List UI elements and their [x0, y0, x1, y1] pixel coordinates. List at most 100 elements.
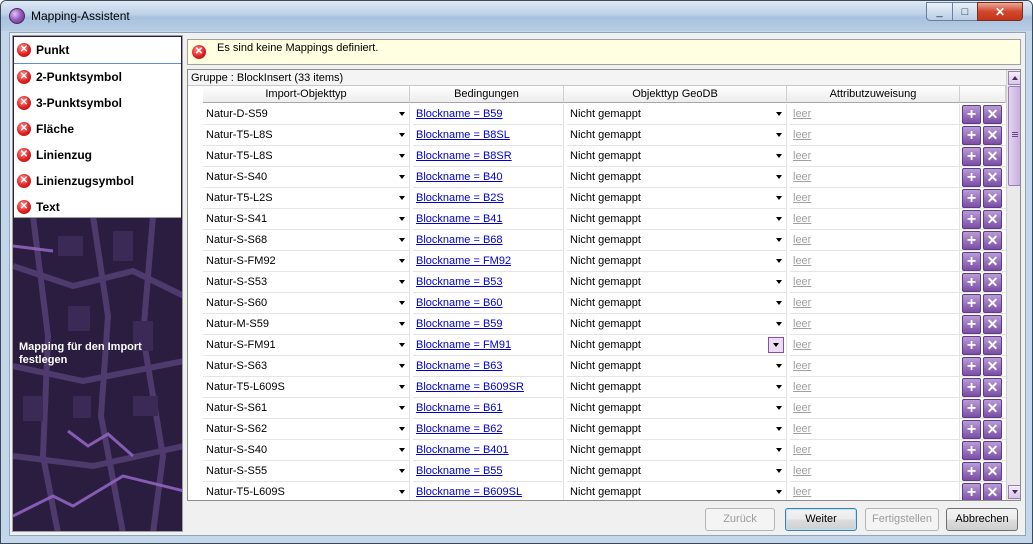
objekttyp-geodb-select[interactable]: Nicht gemappt — [567, 104, 787, 125]
objekttyp-geodb-select[interactable]: Nicht gemappt — [567, 356, 787, 377]
chevron-down-icon[interactable] — [776, 280, 782, 284]
import-objekttyp-select[interactable]: Natur-S-S62 — [203, 419, 410, 440]
next-button[interactable]: Weiter — [785, 508, 857, 531]
condition-link[interactable]: Blockname = B8SL — [416, 129, 510, 141]
objekttyp-geodb-select[interactable]: Nicht gemappt — [567, 209, 787, 230]
attribute-link[interactable]: leer — [793, 339, 811, 351]
chevron-down-icon[interactable] — [399, 301, 405, 305]
close-button[interactable]: ✕ — [977, 2, 1023, 21]
chevron-down-icon[interactable] — [776, 427, 782, 431]
import-objekttyp-select[interactable]: Natur-S-S61 — [203, 398, 410, 419]
import-objekttyp-select[interactable]: Natur-D-S59 — [203, 104, 410, 125]
import-objekttyp-select[interactable]: Natur-S-S53 — [203, 272, 410, 293]
chevron-down-icon[interactable] — [776, 112, 782, 116]
chevron-down-icon[interactable] — [399, 238, 405, 242]
add-mapping-button[interactable]: + — [962, 357, 981, 376]
import-objekttyp-select[interactable]: Natur-S-S63 — [203, 356, 410, 377]
objekttyp-geodb-select[interactable]: Nicht gemappt — [567, 188, 787, 209]
objekttyp-geodb-select[interactable]: Nicht gemappt — [567, 377, 787, 398]
column-header-attributzuweisung[interactable]: Attributzuweisung — [787, 86, 960, 103]
chevron-down-icon[interactable] — [776, 154, 782, 158]
import-objekttyp-select[interactable]: Natur-S-S68 — [203, 230, 410, 251]
chevron-down-icon[interactable] — [399, 175, 405, 179]
column-header-objekttyp-geodb[interactable]: Objekttyp GeoDB — [564, 86, 787, 103]
chevron-down-icon[interactable] — [399, 322, 405, 326]
objekttyp-geodb-select[interactable]: Nicht gemappt — [567, 335, 787, 356]
objekttyp-geodb-select[interactable]: Nicht gemappt — [567, 125, 787, 146]
import-objekttyp-select[interactable]: Natur-S-S55 — [203, 461, 410, 482]
add-mapping-button[interactable]: + — [962, 231, 981, 250]
condition-link[interactable]: Blockname = FM91 — [416, 339, 511, 351]
add-mapping-button[interactable]: + — [962, 336, 981, 355]
add-mapping-button[interactable]: + — [962, 294, 981, 313]
delete-mapping-button[interactable]: ✕ — [983, 441, 1002, 460]
chevron-down-icon[interactable] — [776, 133, 782, 137]
attribute-link[interactable]: leer — [793, 150, 811, 162]
back-button[interactable]: Zurück — [705, 508, 775, 531]
condition-link[interactable]: Blockname = B55 — [416, 465, 503, 477]
import-objekttyp-select[interactable]: Natur-S-S41 — [203, 209, 410, 230]
chevron-down-icon[interactable] — [776, 364, 782, 368]
delete-mapping-button[interactable]: ✕ — [983, 462, 1002, 481]
add-mapping-button[interactable]: + — [962, 189, 981, 208]
add-mapping-button[interactable]: + — [962, 168, 981, 187]
scroll-up-button[interactable] — [1008, 71, 1020, 85]
add-mapping-button[interactable]: + — [962, 147, 981, 166]
vertical-scrollbar[interactable] — [1006, 70, 1020, 500]
add-mapping-button[interactable]: + — [962, 462, 981, 481]
delete-mapping-button[interactable]: ✕ — [983, 294, 1002, 313]
import-objekttyp-select[interactable]: Natur-S-FM91 — [203, 335, 410, 356]
add-mapping-button[interactable]: + — [962, 105, 981, 124]
add-mapping-button[interactable]: + — [962, 378, 981, 397]
condition-link[interactable]: Blockname = B68 — [416, 234, 503, 246]
chevron-down-icon[interactable] — [399, 217, 405, 221]
chevron-down-icon[interactable] — [399, 154, 405, 158]
add-mapping-button[interactable]: + — [962, 273, 981, 292]
add-mapping-button[interactable]: + — [962, 210, 981, 229]
objekttyp-geodb-select[interactable]: Nicht gemappt — [567, 272, 787, 293]
step-item-punkt[interactable]: ✕ Punkt — [14, 37, 181, 64]
objekttyp-geodb-select[interactable]: Nicht gemappt — [567, 440, 787, 461]
objekttyp-geodb-select[interactable]: Nicht gemappt — [567, 419, 787, 440]
attribute-link[interactable]: leer — [793, 360, 811, 372]
add-mapping-button[interactable]: + — [962, 252, 981, 271]
attribute-link[interactable]: leer — [793, 234, 811, 246]
attribute-link[interactable]: leer — [793, 192, 811, 204]
chevron-down-icon[interactable] — [399, 343, 405, 347]
add-mapping-button[interactable]: + — [962, 441, 981, 460]
chevron-down-icon[interactable] — [399, 490, 405, 494]
chevron-down-icon[interactable] — [399, 112, 405, 116]
delete-mapping-button[interactable]: ✕ — [983, 189, 1002, 208]
step-item-text[interactable]: ✕ Text — [14, 194, 181, 220]
objekttyp-geodb-select[interactable]: Nicht gemappt — [567, 461, 787, 482]
attribute-link[interactable]: leer — [793, 129, 811, 141]
condition-link[interactable]: Blockname = B609SL — [416, 486, 522, 498]
chevron-down-icon[interactable] — [399, 427, 405, 431]
scroll-down-button[interactable] — [1008, 485, 1020, 499]
delete-mapping-button[interactable]: ✕ — [983, 273, 1002, 292]
import-objekttyp-select[interactable]: Natur-S-S60 — [203, 293, 410, 314]
delete-mapping-button[interactable]: ✕ — [983, 252, 1002, 271]
delete-mapping-button[interactable]: ✕ — [983, 378, 1002, 397]
import-objekttyp-select[interactable]: Natur-T5-L2S — [203, 188, 410, 209]
delete-mapping-button[interactable]: ✕ — [983, 336, 1002, 355]
add-mapping-button[interactable]: + — [962, 399, 981, 418]
column-header-import-objekttyp[interactable]: Import-Objekttyp — [203, 86, 410, 103]
attribute-link[interactable]: leer — [793, 381, 811, 393]
objekttyp-geodb-select[interactable]: Nicht gemappt — [567, 293, 787, 314]
cancel-button[interactable]: Abbrechen — [946, 508, 1018, 531]
chevron-down-icon[interactable] — [776, 238, 782, 242]
chevron-down-icon[interactable] — [399, 196, 405, 200]
column-header-bedingungen[interactable]: Bedingungen — [410, 86, 564, 103]
chevron-down-icon[interactable] — [776, 385, 782, 389]
attribute-link[interactable]: leer — [793, 213, 811, 225]
import-objekttyp-select[interactable]: Natur-S-S40 — [203, 167, 410, 188]
delete-mapping-button[interactable]: ✕ — [983, 483, 1002, 500]
objekttyp-geodb-select[interactable]: Nicht gemappt — [567, 398, 787, 419]
delete-mapping-button[interactable]: ✕ — [983, 126, 1002, 145]
attribute-link[interactable]: leer — [793, 108, 811, 120]
title-bar[interactable]: Mapping-Assistent _ □ ✕ — [1, 1, 1032, 31]
chevron-down-icon[interactable] — [776, 196, 782, 200]
condition-link[interactable]: Blockname = B60 — [416, 297, 503, 309]
chevron-down-icon[interactable] — [776, 301, 782, 305]
